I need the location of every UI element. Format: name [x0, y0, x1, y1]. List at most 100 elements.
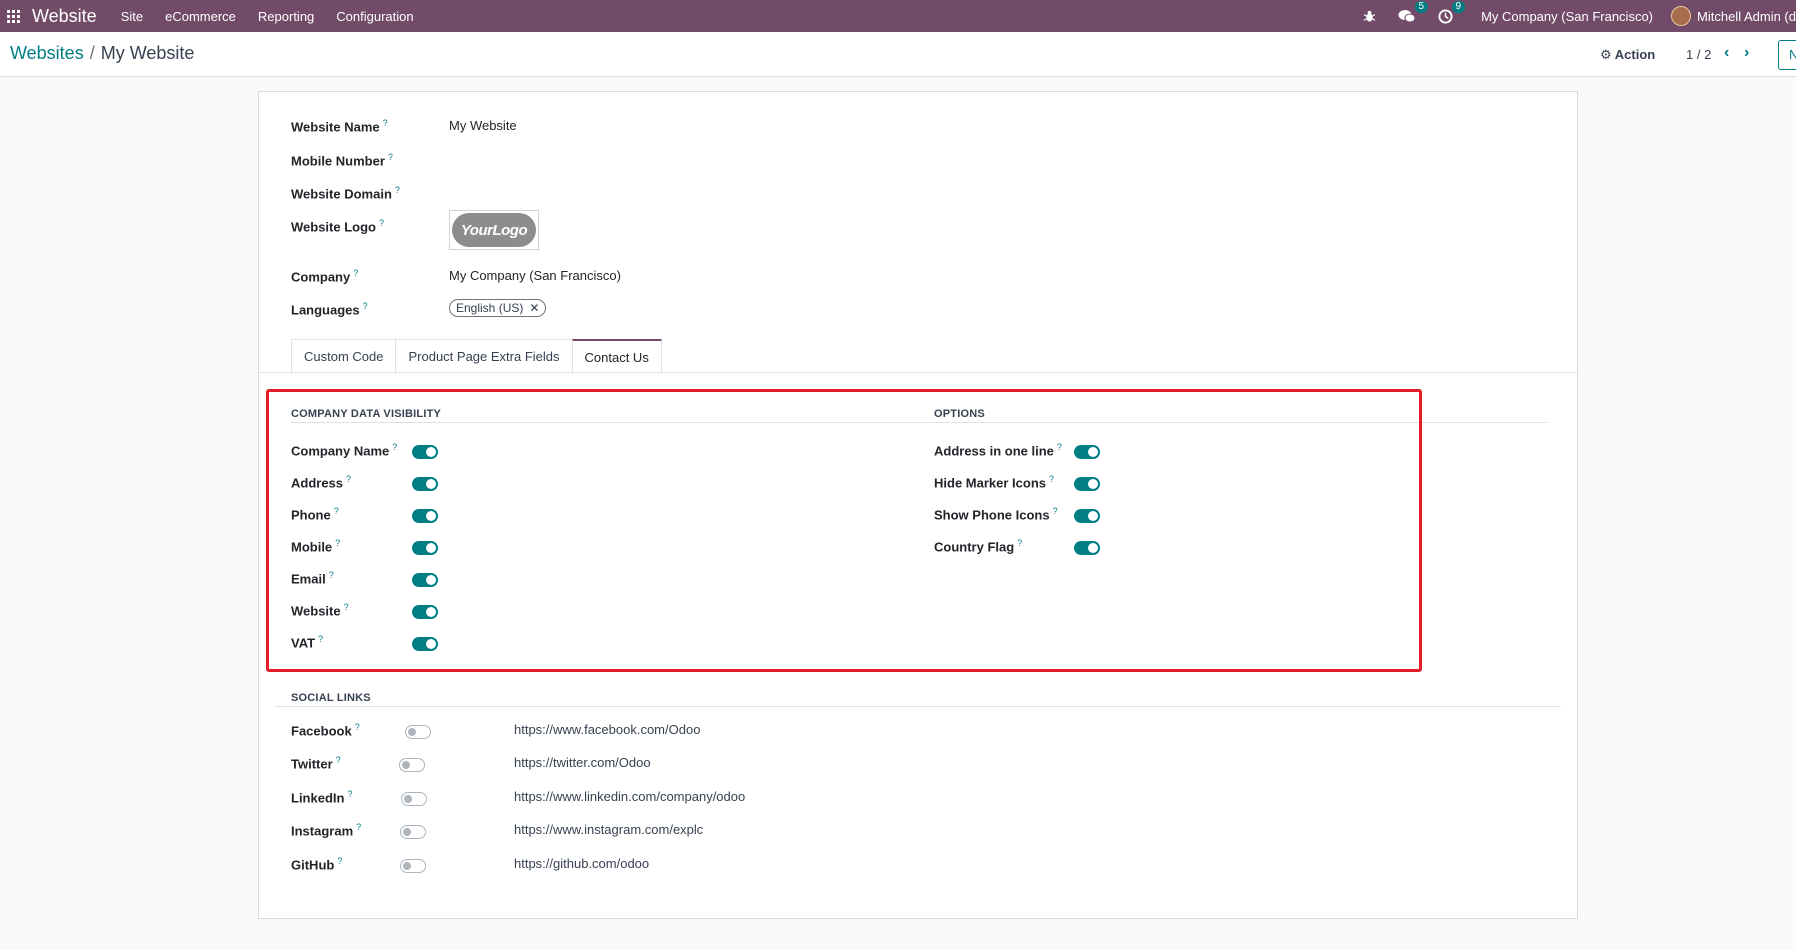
show-phone-icons-toggle[interactable]	[1074, 509, 1100, 523]
github-label: GitHub	[291, 857, 335, 873]
company-input[interactable]: My Company (San Francisco)	[449, 268, 621, 283]
social-row-facebook: Facebook? https://www.facebook.com/Odoo	[291, 722, 700, 739]
github-toggle[interactable]	[400, 859, 426, 873]
breadcrumb-separator: /	[89, 43, 95, 63]
pager-value[interactable]: 1 / 2	[1686, 47, 1711, 62]
address-one-line-toggle[interactable]	[1074, 445, 1100, 459]
help-icon[interactable]: ?	[355, 722, 360, 732]
menu-ecommerce[interactable]: eCommerce	[165, 9, 236, 24]
linkedin-toggle[interactable]	[401, 792, 427, 806]
activities-badge: 9	[1451, 0, 1466, 13]
help-icon[interactable]: ?	[379, 218, 384, 228]
facebook-label: Facebook	[291, 723, 352, 739]
website-name-row: Website Name? My Website	[291, 118, 517, 134]
help-icon[interactable]: ?	[388, 152, 393, 162]
help-icon[interactable]: ?	[1057, 442, 1062, 452]
action-button[interactable]: ⚙ Action	[1600, 47, 1655, 63]
menu-reporting[interactable]: Reporting	[258, 9, 314, 24]
toggle-row-phone: Phone?	[291, 506, 339, 522]
instagram-url-input[interactable]: https://www.instagram.com/explc	[514, 822, 703, 837]
mobile-toggle[interactable]	[412, 541, 438, 555]
top-navbar: Website Site eCommerce Reporting Configu…	[0, 0, 1796, 32]
mobile-number-label: Mobile Number	[291, 153, 385, 169]
help-icon[interactable]: ?	[346, 474, 351, 484]
toggle-row-address-one-line: Address in one line?	[934, 442, 1062, 458]
website-domain-row: Website Domain?	[291, 185, 400, 201]
linkedin-url-input[interactable]: https://www.linkedin.com/company/odoo	[514, 789, 745, 804]
new-button[interactable]: N	[1778, 40, 1796, 70]
hide-marker-icons-toggle[interactable]	[1074, 477, 1100, 491]
company-switcher[interactable]: My Company (San Francisco)	[1481, 9, 1653, 24]
help-icon[interactable]: ?	[344, 602, 349, 612]
help-icon[interactable]: ?	[383, 118, 388, 128]
tab-divider	[259, 372, 1577, 373]
help-icon[interactable]: ?	[1049, 474, 1054, 484]
website-logo-image[interactable]: YourLogo	[449, 210, 539, 250]
toggle-row-website: Website?	[291, 602, 349, 618]
section-divider	[275, 706, 1561, 707]
twitter-toggle[interactable]	[399, 758, 425, 772]
social-row-linkedin: LinkedIn? https://www.linkedin.com/compa…	[291, 789, 745, 805]
help-icon[interactable]: ?	[356, 822, 361, 832]
chevron-left-icon[interactable]: ‹	[1724, 44, 1729, 62]
tab-contact-us[interactable]: Contact Us	[571, 339, 662, 373]
section-divider	[291, 422, 934, 423]
options-title: OPTIONS	[934, 408, 985, 420]
breadcrumb-current: My Website	[100, 43, 195, 63]
help-icon[interactable]: ?	[337, 856, 342, 866]
social-row-github: GitHub? https://github.com/odoo	[291, 856, 649, 873]
facebook-toggle[interactable]	[405, 725, 431, 739]
apps-menu-icon[interactable]	[0, 0, 26, 32]
activities-clock-icon[interactable]: 9	[1438, 0, 1466, 24]
website-name-input[interactable]: My Website	[449, 118, 517, 133]
vat-toggle[interactable]	[412, 637, 438, 651]
help-icon[interactable]: ?	[1053, 506, 1058, 516]
phone-label: Phone	[291, 507, 331, 523]
company-name-toggle[interactable]	[412, 445, 438, 459]
help-icon[interactable]: ?	[1017, 538, 1022, 548]
country-flag-toggle[interactable]	[1074, 541, 1100, 555]
help-icon[interactable]: ?	[363, 301, 368, 311]
help-icon[interactable]: ?	[336, 755, 341, 765]
breadcrumb-websites-link[interactable]: Websites	[10, 43, 84, 63]
help-icon[interactable]: ?	[353, 268, 358, 278]
help-icon[interactable]: ?	[334, 506, 339, 516]
help-icon[interactable]: ?	[347, 789, 352, 799]
chevron-right-icon[interactable]: ›	[1744, 44, 1749, 62]
instagram-toggle[interactable]	[400, 825, 426, 839]
help-icon[interactable]: ?	[318, 634, 323, 644]
website-toggle[interactable]	[412, 605, 438, 619]
show-phone-icons-label: Show Phone Icons	[934, 507, 1050, 523]
toggle-row-company-name: Company Name?	[291, 442, 397, 458]
breadcrumb: Websites / My Website	[10, 43, 194, 64]
website-logo-row: Website Logo? YourLogo	[291, 210, 539, 250]
debug-bug-icon[interactable]	[1363, 10, 1376, 23]
twitter-label: Twitter	[291, 756, 333, 772]
company-row: Company? My Company (San Francisco)	[291, 268, 621, 284]
menu-site[interactable]: Site	[121, 9, 143, 24]
messages-badge: 5	[1414, 1, 1429, 13]
user-menu[interactable]: Mitchell Admin (d	[1697, 9, 1796, 24]
help-icon[interactable]: ?	[395, 185, 400, 195]
tab-custom-code[interactable]: Custom Code	[291, 339, 397, 373]
languages-row: Languages? English (US) ✕	[291, 299, 547, 317]
section-divider	[934, 422, 1547, 423]
user-avatar[interactable]	[1671, 6, 1692, 26]
tab-product-page-extra-fields[interactable]: Product Page Extra Fields	[395, 339, 573, 373]
company-name-label: Company Name	[291, 443, 390, 459]
help-icon[interactable]: ?	[329, 570, 334, 580]
notebook-tabs: Custom Code Product Page Extra Fields Co…	[291, 339, 662, 373]
help-icon[interactable]: ?	[392, 442, 397, 452]
email-toggle[interactable]	[412, 573, 438, 587]
address-label: Address	[291, 475, 344, 491]
help-icon[interactable]: ?	[335, 538, 340, 548]
github-url-input[interactable]: https://github.com/odoo	[514, 856, 649, 871]
phone-toggle[interactable]	[412, 509, 438, 523]
twitter-url-input[interactable]: https://twitter.com/Odoo	[514, 755, 651, 770]
remove-tag-icon[interactable]: ✕	[529, 301, 539, 315]
address-toggle[interactable]	[412, 477, 438, 491]
app-brand[interactable]: Website	[32, 6, 97, 27]
menu-configuration[interactable]: Configuration	[336, 9, 413, 24]
messages-icon[interactable]: 5	[1398, 1, 1429, 23]
facebook-url-input[interactable]: https://www.facebook.com/Odoo	[514, 722, 700, 737]
